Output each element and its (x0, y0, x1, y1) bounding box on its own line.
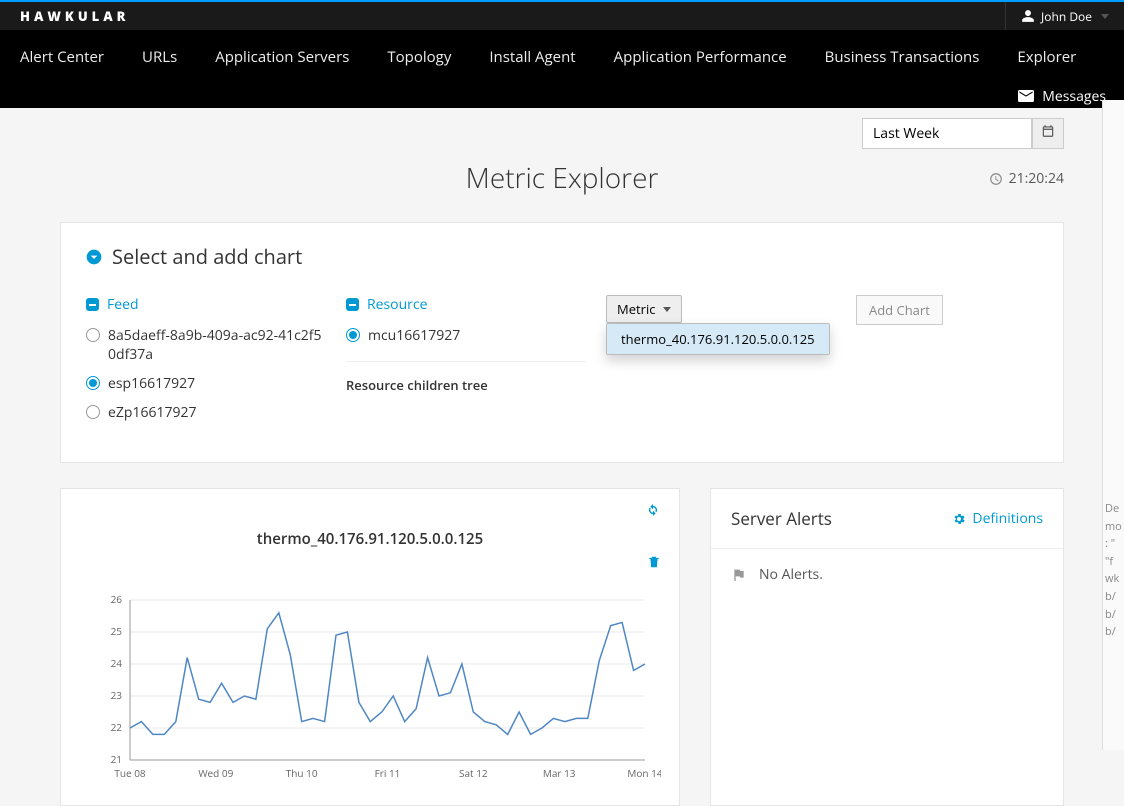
feed-option[interactable]: 8a5daeff-8a9b-409a-ac92-41c2f50df37a (86, 326, 326, 364)
nav-install-agent[interactable]: Install Agent (489, 47, 575, 67)
chart-title: thermo_40.176.91.120.5.0.0.125 (79, 529, 661, 549)
user-menu[interactable]: John Doe (1005, 2, 1109, 30)
chevron-down-icon (663, 307, 671, 312)
select-chart-panel: Select and add chart Feed 8a5daeff-8a9b-… (60, 222, 1064, 463)
alerts-title: Server Alerts (731, 507, 832, 530)
resource-label: Resource (367, 295, 427, 314)
nav-explorer[interactable]: Explorer (1017, 47, 1076, 67)
calendar-icon (1041, 124, 1055, 138)
nav-topology[interactable]: Topology (387, 47, 451, 67)
radio-icon (86, 376, 100, 390)
svg-text:Fri 11: Fri 11 (375, 766, 401, 780)
metric-dropdown-menu: thermo_40.176.91.120.5.0.0.125 (606, 323, 830, 355)
svg-text:Tue 08: Tue 08 (114, 766, 146, 780)
line-chart: 21 22 23 24 25 26 Tue 08 Wed 09 Thu 10 Fri 11 Sat … (79, 595, 661, 785)
flag-icon (731, 567, 747, 583)
minus-square-icon[interactable] (346, 298, 359, 311)
svg-text:22: 22 (111, 720, 123, 734)
user-icon (1021, 9, 1035, 23)
background-code-sliver: Demo: ""fwkb/b/b/ (1102, 100, 1124, 750)
minus-square-icon[interactable] (86, 298, 99, 311)
radio-icon (346, 328, 360, 342)
nav-app-performance[interactable]: Application Performance (614, 47, 787, 67)
clock-icon (989, 172, 1003, 186)
svg-text:Sat 12: Sat 12 (459, 766, 488, 780)
time-range-select[interactable]: Last Week (862, 118, 1032, 149)
chart-card: thermo_40.176.91.120.5.0.0.125 212223242… (60, 488, 680, 806)
svg-text:Wed 09: Wed 09 (198, 766, 233, 780)
messages-icon (1018, 90, 1034, 102)
metric-option[interactable]: thermo_40.176.91.120.5.0.0.125 (607, 324, 829, 354)
radio-icon (86, 405, 100, 419)
user-name: John Doe (1041, 8, 1092, 25)
collapse-icon[interactable] (86, 249, 102, 265)
main-nav: Alert Center URLs Application Servers To… (0, 30, 1124, 84)
refresh-icon[interactable] (645, 501, 661, 523)
feed-option[interactable]: eZp16617927 (86, 403, 326, 422)
nav-app-servers[interactable]: Application Servers (215, 47, 349, 67)
svg-text:Mon 14: Mon 14 (627, 766, 661, 780)
no-alerts-label: No Alerts. (759, 565, 823, 584)
add-chart-button[interactable]: Add Chart (856, 295, 943, 325)
svg-text:26: 26 (111, 595, 123, 606)
resource-children-label: Resource children tree (346, 361, 586, 394)
svg-text:Mar 13: Mar 13 (543, 766, 576, 780)
resource-option[interactable]: mcu16617927 (346, 326, 586, 345)
svg-text:23: 23 (111, 688, 123, 702)
feed-id: eZp16617927 (108, 403, 196, 422)
svg-text:21: 21 (111, 752, 122, 766)
auto-refresh-timer: 21:20:24 (989, 169, 1064, 188)
gear-icon (952, 512, 966, 526)
chevron-down-icon (1101, 14, 1109, 19)
calendar-button[interactable] (1032, 118, 1064, 149)
feed-id: 8a5daeff-8a9b-409a-ac92-41c2f50df37a (108, 326, 326, 364)
messages-link[interactable]: Messages (1042, 87, 1106, 106)
nav-urls[interactable]: URLs (142, 47, 177, 67)
feed-id: esp16617927 (108, 374, 195, 393)
nav-alert-center[interactable]: Alert Center (20, 47, 104, 67)
feed-label: Feed (107, 295, 139, 314)
resource-id: mcu16617927 (368, 326, 460, 345)
svg-text:Thu 10: Thu 10 (286, 766, 318, 780)
svg-text:25: 25 (111, 624, 123, 638)
metric-dropdown[interactable]: Metric (606, 295, 682, 323)
panel-title: Select and add chart (112, 243, 302, 270)
page-title: Metric Explorer (466, 159, 659, 197)
delete-chart-icon[interactable] (647, 553, 661, 575)
radio-icon (86, 328, 100, 342)
server-alerts-panel: Server Alerts Definitions No Alerts. (710, 488, 1064, 806)
brand-logo[interactable]: HAWKULAR (20, 7, 129, 25)
svg-text:24: 24 (111, 656, 123, 670)
nav-business-tx[interactable]: Business Transactions (825, 47, 980, 67)
feed-option[interactable]: esp16617927 (86, 374, 326, 393)
definitions-link[interactable]: Definitions (952, 509, 1043, 528)
